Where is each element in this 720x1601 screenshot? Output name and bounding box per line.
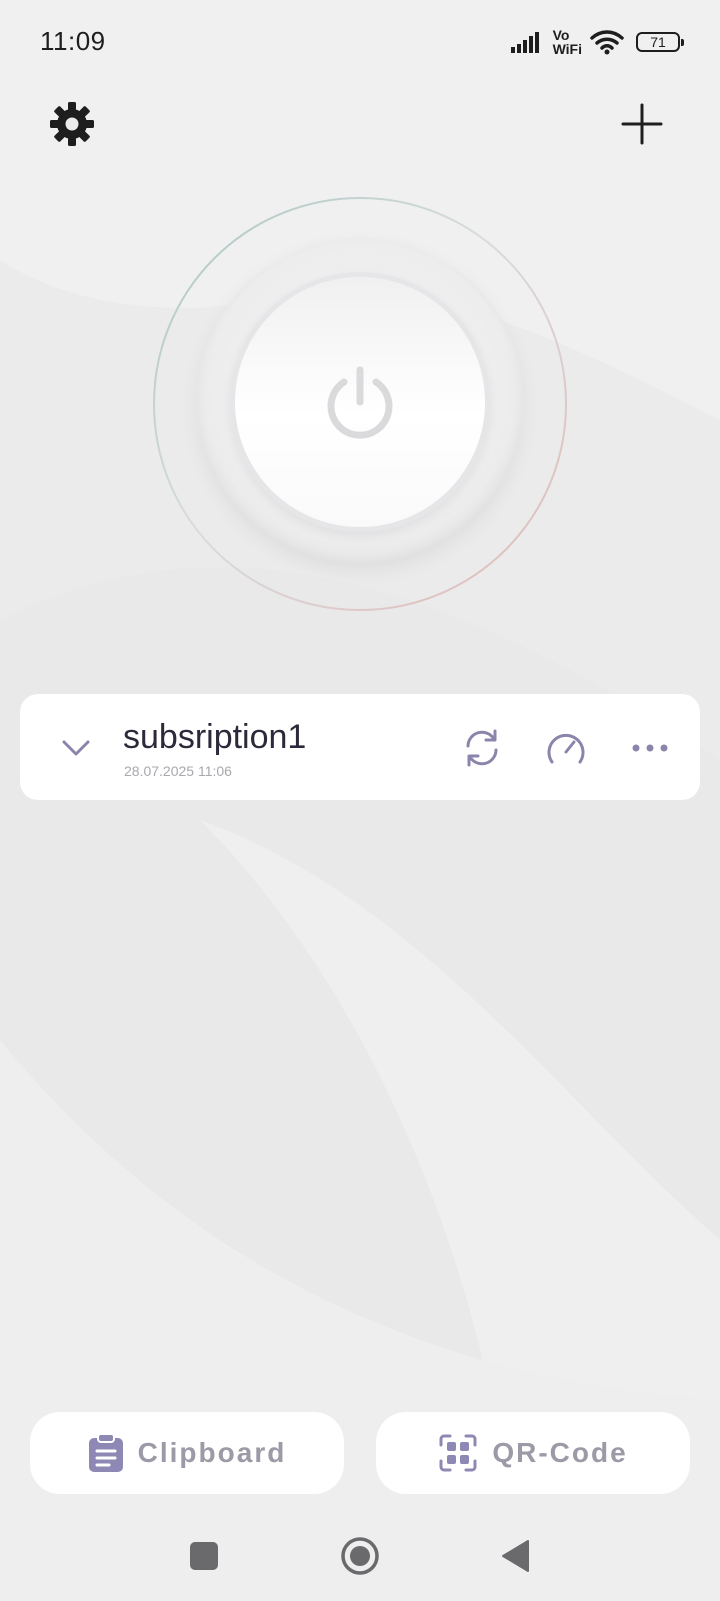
status-time: 11:09 [40,26,106,56]
more-options-button[interactable] [622,720,678,776]
clipboard-icon [88,1433,123,1472]
add-button[interactable] [612,94,672,154]
qr-code-icon [439,1434,477,1472]
more-horizontal-icon [632,744,668,752]
speedometer-icon [547,733,585,764]
settings-button[interactable] [42,94,102,154]
qr-code-label: QR-Code [492,1437,628,1468]
vowifi-bottom: WiFi [552,41,582,57]
speed-test-button[interactable] [538,720,594,776]
vowifi-top: Vo [552,27,570,43]
connect-toggle[interactable] [150,196,570,616]
subscription-card[interactable]: subsription1 28.07.2025 11:06 [20,694,700,800]
back-button[interactable] [496,1536,536,1576]
power-button[interactable] [230,272,490,532]
subscription-updated: 28.07.2025 11:06 [124,763,232,779]
battery-icon: 71 [636,32,684,52]
recents-button[interactable] [184,1536,224,1576]
expand-button[interactable] [48,720,104,776]
square-icon [190,1542,218,1570]
status-bar: 11:09 Vo WiFi 71 [0,0,720,86]
power-icon [327,366,393,439]
qr-code-button[interactable]: QR-Code [376,1412,690,1494]
home-button[interactable] [340,1536,380,1576]
chevron-down-icon [62,740,90,756]
refresh-icon [466,729,498,767]
status-icons: Vo WiFi 71 [510,24,684,60]
vowifi-indicator: Vo WiFi [553,28,582,56]
gear-icon [50,102,94,146]
subscription-name: subsription1 [123,718,307,756]
battery-level: 71 [650,34,666,50]
refresh-button[interactable] [454,720,510,776]
clipboard-button[interactable]: Clipboard [30,1412,344,1494]
wifi-icon [590,30,624,55]
clipboard-label: Clipboard [137,1437,287,1468]
plus-icon [621,103,663,145]
signal-icon [510,32,539,53]
triangle-back-icon [502,1540,529,1572]
circle-icon [341,1537,379,1575]
